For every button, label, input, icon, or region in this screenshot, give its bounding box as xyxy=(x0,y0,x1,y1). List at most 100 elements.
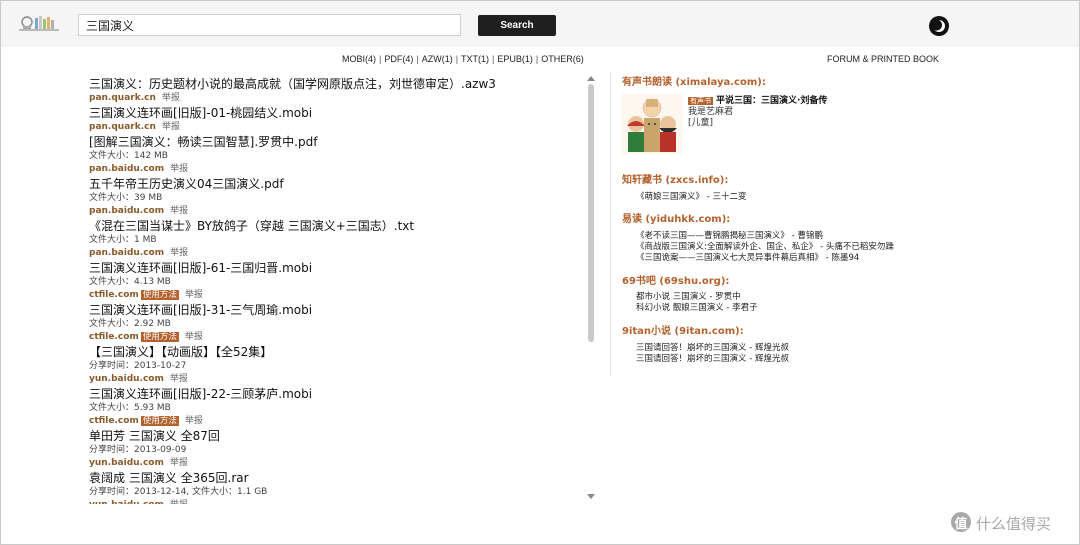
format-filter-link[interactable]: PDF(4) xyxy=(384,54,413,64)
result-title-link[interactable]: 三国演义连环画[旧版]-22-三顾茅庐.mobi xyxy=(89,386,584,402)
result-title-link[interactable]: 三国演义：历史题材小说的最高成就（国学网原版点注，刘世德审定）.azw3 xyxy=(89,76,584,92)
result-item: 三国演义连环画[旧版]-01-桃园结义.mobi pan.quark.cn 举报 xyxy=(89,105,584,134)
result-meta: 文件大小：2.92 MB xyxy=(89,319,171,329)
source-domain-link[interactable]: yun.baidu.com xyxy=(89,458,164,468)
results-list: 三国演义：历史题材小说的最高成就（国学网原版点注，刘世德审定）.azw3 pan.… xyxy=(89,76,584,504)
audiobook-info: 有声书 平说三国：三国演义·刘备传 我是艺麻君 [儿童] xyxy=(688,95,948,129)
9itan-section: 9itan小说 (9itan.com): 三国请回答！崩坏的三国演义 - 辉煌光… xyxy=(622,325,952,365)
result-item: 【三国演义】【动画版】【全52集】 分享时间：2013-10-27 yun.baid… xyxy=(89,344,584,386)
audiobook-title-link[interactable]: 平说三国：三国演义·刘备传 xyxy=(716,96,827,106)
section-heading[interactable]: 易读 (yiduhkk.com): xyxy=(622,213,952,227)
source-domain-link[interactable]: yun.baidu.com xyxy=(89,374,164,384)
scroll-thumb[interactable] xyxy=(588,84,594,342)
report-link[interactable]: 举报 xyxy=(162,93,180,103)
site-logo-icon[interactable] xyxy=(17,12,61,38)
scroll-up-arrow-icon[interactable] xyxy=(587,76,595,81)
column-divider xyxy=(610,72,611,377)
result-title-link[interactable]: 五千年帝王历史演义04三国演义.pdf xyxy=(89,176,584,192)
audiobook-tag-badge: 有声书 xyxy=(688,97,713,105)
result-item: 五千年帝王历史演义04三国演义.pdf 文件大小：39 MB pan.baidu.c… xyxy=(89,176,584,218)
source-domain-link[interactable]: pan.baidu.com xyxy=(89,206,164,216)
result-source: pan.baidu.com 举报 xyxy=(89,247,584,260)
result-title-link[interactable]: 三国演义连环画[旧版]-01-桃园结义.mobi xyxy=(89,105,584,121)
result-source: pan.quark.cn 举报 xyxy=(89,92,584,105)
format-filter-link[interactable]: AZW(1) xyxy=(422,54,453,64)
result-title-link[interactable]: 《混在三国当谋士》BY放鸽子（穿越 三国演义+三国志）.txt xyxy=(89,218,584,234)
result-title-link[interactable]: 三国演义连环画[旧版]-61-三国归晋.mobi xyxy=(89,260,584,276)
audiobook-section: 有声书朗读 (ximalaya.com): 有声书 平说三国：三国演义·刘备传 我… xyxy=(622,76,952,154)
sidebar-book-link[interactable]: 科幻小说 靓娘三国演义 - 李君子 xyxy=(636,303,952,314)
source-domain-link[interactable]: ctfile.com xyxy=(89,332,139,342)
section-heading[interactable]: 有声书朗读 (ximalaya.com): xyxy=(622,76,952,90)
filter-separator: | xyxy=(416,54,419,64)
zxcs-section: 知轩藏书 (zxcs.info): 《萌娘三国演义》 - 三十二变 xyxy=(622,174,952,203)
format-filter-link[interactable]: TXT(1) xyxy=(461,54,489,64)
result-meta: 分享时间：2013-09-09 xyxy=(89,445,187,455)
report-link[interactable]: 举报 xyxy=(170,206,188,216)
source-domain-link[interactable]: pan.baidu.com xyxy=(89,248,164,258)
search-input[interactable] xyxy=(78,14,461,36)
filter-separator: | xyxy=(535,54,539,64)
report-link[interactable]: 举报 xyxy=(170,248,188,258)
report-link[interactable]: 举报 xyxy=(170,164,188,174)
top-bar: Search xyxy=(1,1,1079,47)
report-link[interactable]: 举报 xyxy=(185,290,203,300)
results-scrollbar[interactable] xyxy=(586,76,596,504)
result-item: 三国演义连环画[旧版]-22-三顾茅庐.mobi 文件大小：5.93 MB ctfi… xyxy=(89,386,584,428)
watermark-logo-icon: 值 xyxy=(951,512,971,532)
section-heading[interactable]: 知轩藏书 (zxcs.info): xyxy=(622,174,952,188)
section-heading[interactable]: 9itan小说 (9itan.com): xyxy=(622,325,952,339)
result-source: yun.baidu.com 举报 xyxy=(89,499,584,504)
result-item: 单田芳 三国演义 全87回 分享时间：2013-09-09 yun.baidu.co… xyxy=(89,428,584,470)
sidebar-book-link[interactable]: 都市小说 三国演义 - 罗贯中 xyxy=(636,292,952,303)
report-link[interactable]: 举报 xyxy=(170,374,188,384)
source-domain-link[interactable]: ctfile.com xyxy=(89,290,139,300)
result-meta: 文件大小：39 MB xyxy=(89,193,163,203)
howto-badge[interactable]: 使用方法 xyxy=(140,416,179,426)
filter-separator: | xyxy=(379,54,382,64)
source-domain-link[interactable]: yun.baidu.com xyxy=(89,500,164,504)
format-filter-link[interactable]: OTHER(6) xyxy=(541,54,584,64)
search-button[interactable]: Search xyxy=(478,15,556,36)
result-meta: 文件大小：5.93 MB xyxy=(89,403,171,413)
audiobook-author: 我是艺麻君 xyxy=(688,107,734,117)
result-meta: 文件大小：1 MB xyxy=(89,235,157,245)
sidebar-book-link[interactable]: 《老不读三国——曹锦鹏揭秘三国演义》 - 曹锦鹏 xyxy=(636,231,952,242)
source-domain-link[interactable]: ctfile.com xyxy=(89,416,139,426)
sidebar-book-link[interactable]: 《三国诡案——三国演义七大灵异事件幕后真相》 - 陈墨94 xyxy=(636,253,952,264)
sidebar-book-link[interactable]: 《商战版三国演义:全面解读外企、国企、私企》 - 头痛不已稻安勿躁 xyxy=(636,242,952,253)
source-domain-link[interactable]: pan.quark.cn xyxy=(89,93,156,103)
scroll-down-arrow-icon[interactable] xyxy=(587,494,595,499)
forum-printed-book-link[interactable]: FORUM & PRINTED BOOK xyxy=(827,53,939,65)
sidebar-book-link[interactable]: 三国请回答！崩坏的三国演义 - 辉煌光叔 xyxy=(636,354,952,365)
result-source: ctfile.com 使用方法 举报 xyxy=(89,415,584,428)
section-heading[interactable]: 69书吧 (69shu.org): xyxy=(622,275,952,289)
result-title-link[interactable]: 三国演义连环画[旧版]-31-三气周瑜.mobi xyxy=(89,302,584,318)
report-link[interactable]: 举报 xyxy=(162,122,180,132)
source-domain-link[interactable]: pan.quark.cn xyxy=(89,122,156,132)
howto-badge[interactable]: 使用方法 xyxy=(140,290,179,300)
dark-mode-toggle-moon-icon[interactable] xyxy=(929,16,949,36)
report-link[interactable]: 举报 xyxy=(185,416,203,426)
audiobook-cover-image[interactable] xyxy=(622,94,682,154)
format-filter-link[interactable]: MOBI(4) xyxy=(342,54,376,64)
report-link[interactable]: 举报 xyxy=(170,500,188,504)
result-source: yun.baidu.com 举报 xyxy=(89,373,584,386)
result-meta: 文件大小：142 MB xyxy=(89,151,168,161)
report-link[interactable]: 举报 xyxy=(170,458,188,468)
audiobook-category: [儿童] xyxy=(688,118,714,128)
sidebar-book-link[interactable]: 《萌娘三国演义》 - 三十二变 xyxy=(636,192,952,203)
result-title-link[interactable]: 【三国演义】【动画版】【全52集】 xyxy=(89,344,584,360)
result-title-link[interactable]: [图解三国演义：畅读三国智慧].罗贯中.pdf xyxy=(89,134,584,150)
result-title-link[interactable]: 袁阔成 三国演义 全365回.rar xyxy=(89,470,584,486)
howto-badge[interactable]: 使用方法 xyxy=(140,332,179,342)
result-source: pan.quark.cn 举报 xyxy=(89,121,584,134)
sidebar-book-link[interactable]: 三国请回答！崩坏的三国演义 - 辉煌光叔 xyxy=(636,343,952,354)
format-filter-bar: MOBI(4) | PDF(4) | AZW(1) | TXT(1) | EPUB(1) | OTH… xyxy=(342,53,584,65)
filter-separator: | xyxy=(492,54,495,64)
result-item: 三国演义连环画[旧版]-61-三国归晋.mobi 文件大小：4.13 MB ctfi… xyxy=(89,260,584,302)
source-domain-link[interactable]: pan.baidu.com xyxy=(89,164,164,174)
result-title-link[interactable]: 单田芳 三国演义 全87回 xyxy=(89,428,584,444)
format-filter-link[interactable]: EPUB(1) xyxy=(497,54,533,64)
report-link[interactable]: 举报 xyxy=(185,332,203,342)
